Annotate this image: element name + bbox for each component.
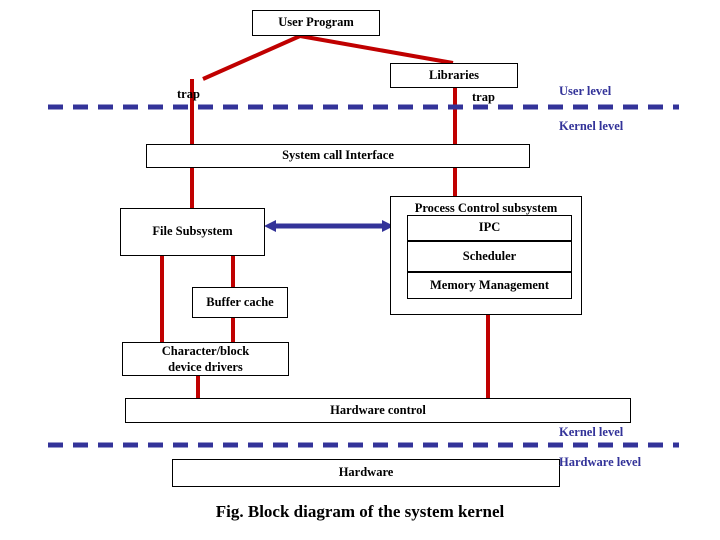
box-scheduler[interactable]: Scheduler	[407, 241, 572, 272]
box-device-drivers-label-line1: Character/block	[161, 343, 250, 358]
box-file-subsystem-label: File Subsystem	[152, 224, 233, 239]
label-hardware-level: Hardware level	[559, 455, 642, 469]
box-scheduler-label: Scheduler	[462, 248, 517, 263]
box-ipc-label: IPC	[478, 220, 501, 235]
label-user-level: User level	[559, 84, 612, 98]
box-hardware-control[interactable]: Hardware control	[125, 398, 631, 423]
box-user-program-label: User Program	[278, 15, 354, 30]
box-device-drivers[interactable]: Character/block device drivers	[122, 342, 289, 376]
figure-caption: Fig. Block diagram of the system kernel	[215, 502, 505, 521]
label-trap-left: trap	[177, 87, 200, 101]
box-hardware-control-label: Hardware control	[330, 402, 426, 417]
label-kernel-level-bottom: Kernel level	[559, 425, 624, 439]
box-ipc[interactable]: IPC	[407, 215, 572, 241]
label-trap-right: trap	[472, 90, 495, 104]
box-memory-management[interactable]: Memory Management	[407, 272, 572, 299]
box-libraries-label: Libraries	[429, 67, 479, 82]
diagram-canvas: User Program Libraries System call Inter…	[0, 0, 720, 540]
file-process-bidirectional-arrow	[264, 220, 394, 232]
box-user-program[interactable]: User Program	[252, 10, 380, 36]
box-libraries[interactable]: Libraries	[390, 63, 518, 88]
box-buffer-cache[interactable]: Buffer cache	[192, 287, 288, 318]
box-hardware-label: Hardware	[338, 465, 394, 480]
box-file-subsystem[interactable]: File Subsystem	[120, 208, 265, 256]
box-memory-management-label: Memory Management	[429, 277, 550, 292]
box-buffer-cache-label: Buffer cache	[206, 294, 274, 309]
label-kernel-level-top: Kernel level	[559, 119, 624, 133]
box-system-call-interface[interactable]: System call Interface	[146, 144, 530, 168]
box-device-drivers-label-line2: device drivers	[168, 360, 243, 374]
box-system-call-interface-label: System call Interface	[282, 148, 394, 163]
box-hardware[interactable]: Hardware	[172, 459, 560, 487]
box-process-control-subsystem-label: Process Control subsystem	[414, 201, 558, 215]
